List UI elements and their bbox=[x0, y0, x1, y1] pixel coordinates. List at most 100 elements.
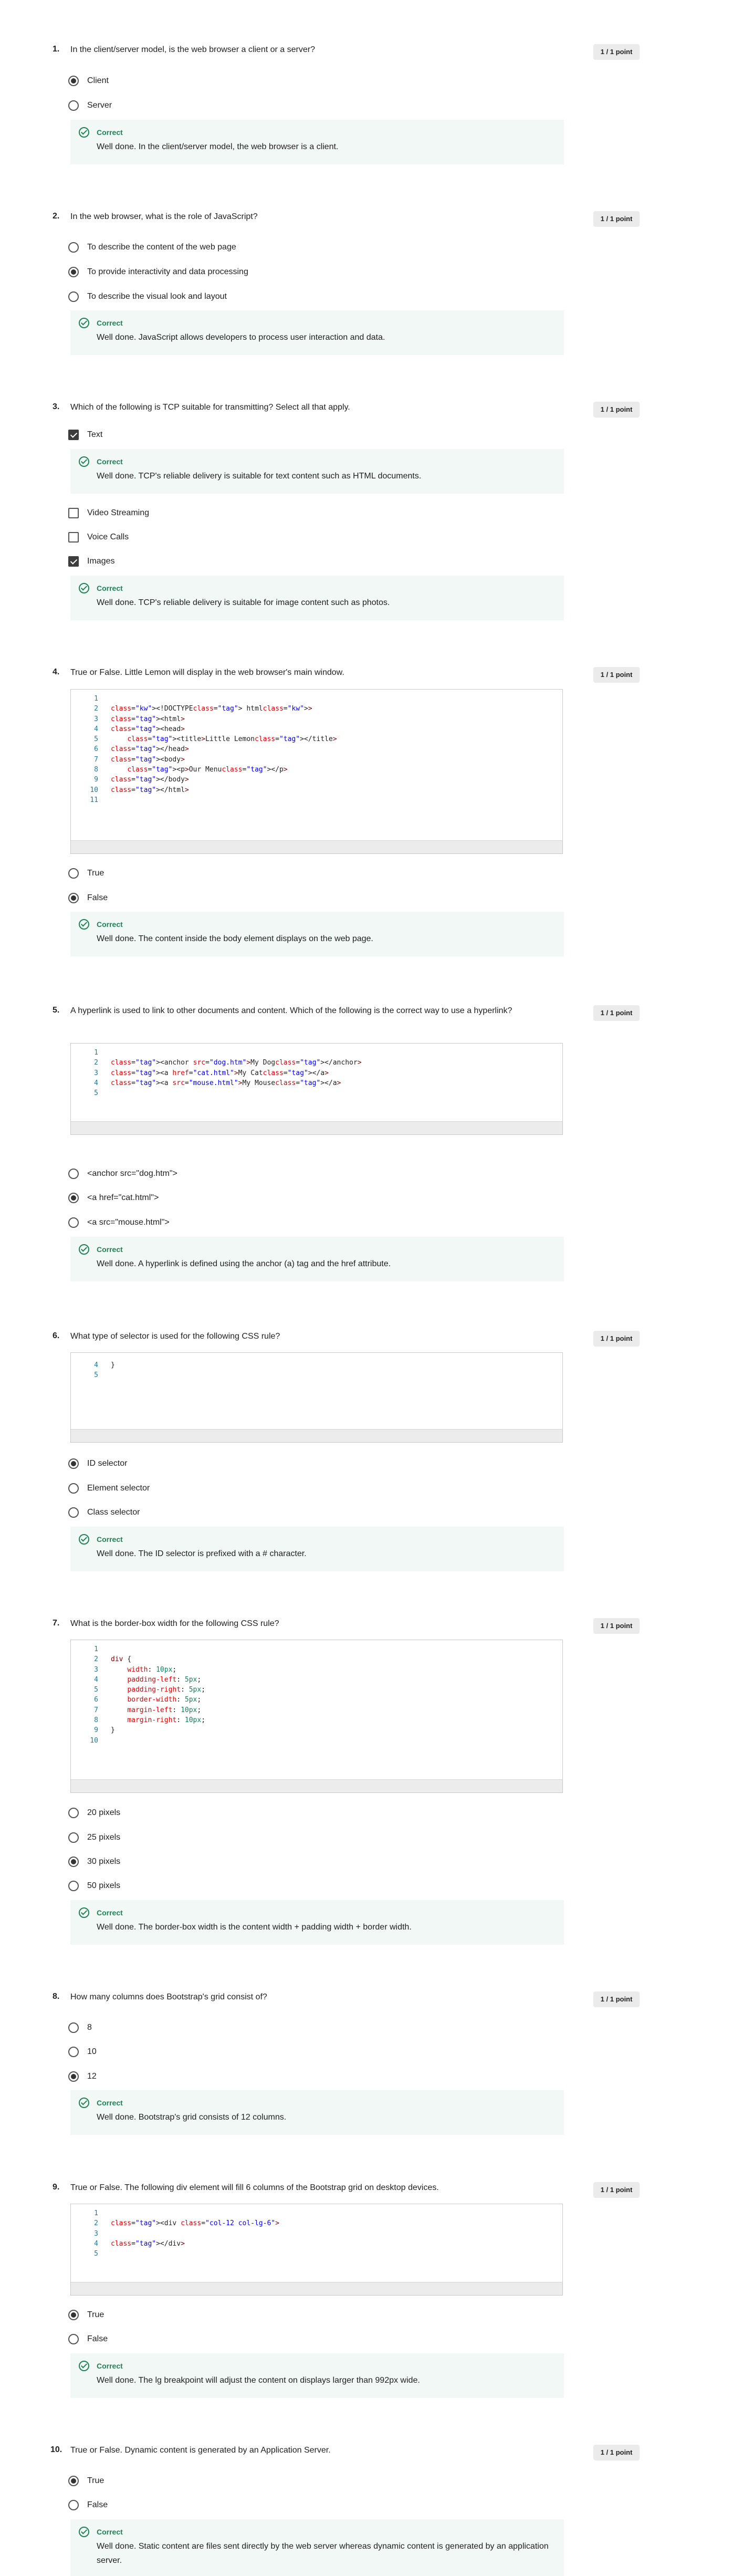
option-text[interactable]: Text bbox=[68, 428, 102, 442]
option-client[interactable]: Client bbox=[68, 74, 109, 88]
code-editor[interactable]: 1 2 class="kw"><!DOCTYPEclass="tag"> htmlc… bbox=[70, 689, 563, 854]
editor-scrollbar[interactable] bbox=[71, 1121, 562, 1134]
option-images[interactable]: Images bbox=[68, 555, 114, 568]
code-line: 3 class="tag"><html> bbox=[71, 714, 562, 724]
option-false[interactable]: False bbox=[68, 2332, 108, 2346]
editor-scrollbar[interactable] bbox=[71, 2282, 562, 2295]
option-30-pixels[interactable]: 30 pixels bbox=[68, 1855, 120, 1869]
code-text: class="tag"><div class="col-12 col-lg-6"… bbox=[111, 2219, 279, 2228]
code-line: 1 bbox=[71, 694, 562, 704]
radio-selected-icon[interactable] bbox=[68, 2476, 79, 2486]
code-editor[interactable]: 1 2 div {3 width: 10px; 4 padding-left: 5px… bbox=[70, 1640, 563, 1793]
option-describe-content[interactable]: To describe the content of the web page bbox=[68, 241, 236, 254]
radio-selected-icon[interactable] bbox=[68, 1458, 79, 1469]
points-badge: 1 / 1 point bbox=[593, 1618, 640, 1634]
code-line: 6 class="tag"></head> bbox=[71, 744, 562, 754]
feedback-message: Well done. TCP's reliable delivery is su… bbox=[97, 472, 422, 481]
radio-icon[interactable] bbox=[68, 2334, 79, 2344]
code-line: 2 class="tag"><anchor src="dog.htm">My Do… bbox=[71, 1058, 562, 1068]
checkbox-icon[interactable] bbox=[68, 508, 79, 518]
line-number: 7 bbox=[94, 1706, 98, 1714]
feedback-box: Correct Well done. The lg breakpoint wil… bbox=[70, 2353, 564, 2398]
option-server[interactable]: Server bbox=[68, 99, 112, 112]
option-50-pixels[interactable]: 50 pixels bbox=[68, 1879, 120, 1893]
line-number: 3 bbox=[94, 1069, 98, 1077]
radio-icon[interactable] bbox=[68, 2022, 79, 2033]
feedback-box: Correct Well done. TCP's reliable delive… bbox=[70, 449, 564, 494]
code-editor[interactable]: 1 2 class="tag"><div class="col-12 col-lg-… bbox=[70, 2204, 563, 2296]
feedback-message: Well done. The border-box width is the c… bbox=[97, 1923, 412, 1932]
radio-selected-icon[interactable] bbox=[68, 893, 79, 903]
line-number: 4 bbox=[94, 725, 98, 733]
radio-icon[interactable] bbox=[68, 868, 79, 879]
code-editor[interactable]: 1 2 class="tag"><anchor src="dog.htm">My D… bbox=[70, 1043, 563, 1135]
option-anchor-dog[interactable]: <anchor src="dog.htm"> bbox=[68, 1167, 177, 1181]
radio-icon[interactable] bbox=[68, 291, 79, 302]
radio-selected-icon[interactable] bbox=[68, 2071, 79, 2082]
option-class-selector[interactable]: Class selector bbox=[68, 1506, 140, 1519]
option-10[interactable]: 10 bbox=[68, 2045, 97, 2059]
option-video-streaming[interactable]: Video Streaming bbox=[68, 506, 149, 520]
feedback-message: Well done. In the client/server model, t… bbox=[97, 142, 339, 151]
feedback-title: Correct bbox=[97, 920, 123, 929]
code-text: width: 10px; bbox=[127, 1665, 177, 1674]
editor-scrollbar[interactable] bbox=[71, 1779, 562, 1792]
line-number: 5 bbox=[94, 735, 98, 744]
line-number: 8 bbox=[94, 1716, 98, 1725]
radio-icon[interactable] bbox=[68, 2500, 79, 2510]
code-line: 5 class="tag"><title>Little Lemonclass="… bbox=[71, 734, 562, 744]
option-a-cat[interactable]: <a href="cat.html"> bbox=[68, 1191, 159, 1205]
feedback-title: Correct bbox=[97, 457, 123, 466]
feedback-title: Correct bbox=[97, 1245, 123, 1254]
radio-icon[interactable] bbox=[68, 1832, 79, 1843]
option-id-selector[interactable]: ID selector bbox=[68, 1457, 127, 1470]
option-12[interactable]: 12 bbox=[68, 2070, 97, 2083]
option-20-pixels[interactable]: 20 pixels bbox=[68, 1806, 120, 1820]
radio-selected-icon[interactable] bbox=[68, 1857, 79, 1867]
editor-scrollbar[interactable] bbox=[71, 840, 562, 853]
option-true[interactable]: True bbox=[68, 867, 104, 880]
code-text: margin-left: 10px; bbox=[127, 1706, 202, 1714]
radio-icon[interactable] bbox=[68, 1507, 79, 1518]
line-number: 6 bbox=[94, 1696, 98, 1704]
radio-selected-icon[interactable] bbox=[68, 1193, 79, 1203]
radio-icon[interactable] bbox=[68, 1483, 79, 1494]
checkbox-icon[interactable] bbox=[68, 532, 79, 543]
option-25-pixels[interactable]: 25 pixels bbox=[68, 1831, 120, 1844]
checkbox-checked-icon[interactable] bbox=[68, 430, 79, 440]
code-editor[interactable]: 4} 5 bbox=[70, 1352, 563, 1443]
radio-selected-icon[interactable] bbox=[68, 267, 79, 277]
line-number: 5 bbox=[94, 1686, 98, 1694]
question-number: 3. bbox=[53, 402, 60, 411]
radio-icon[interactable] bbox=[68, 242, 79, 253]
option-true[interactable]: True bbox=[68, 2308, 104, 2322]
radio-icon[interactable] bbox=[68, 1217, 79, 1228]
radio-icon[interactable] bbox=[68, 1169, 79, 1179]
option-false[interactable]: False bbox=[68, 2498, 108, 2512]
code-line: 2 div { bbox=[71, 1654, 562, 1664]
editor-scrollbar[interactable] bbox=[71, 1429, 562, 1442]
feedback-message: Well done. TCP's reliable delivery is su… bbox=[97, 598, 390, 607]
radio-icon[interactable] bbox=[68, 1808, 79, 1818]
code-line: 4 padding-left: 5px; bbox=[71, 1675, 562, 1685]
option-visual-look[interactable]: To describe the visual look and layout bbox=[68, 290, 227, 304]
option-true[interactable]: True bbox=[68, 2474, 104, 2488]
option-8[interactable]: 8 bbox=[68, 2021, 92, 2035]
code-text: class="tag"><html> bbox=[111, 715, 185, 723]
code-line: 5 bbox=[71, 1088, 562, 1098]
radio-selected-icon[interactable] bbox=[68, 76, 79, 86]
radio-icon[interactable] bbox=[68, 1881, 79, 1891]
checkbox-checked-icon[interactable] bbox=[68, 556, 79, 567]
line-number: 8 bbox=[94, 766, 98, 774]
option-element-selector[interactable]: Element selector bbox=[68, 1482, 150, 1495]
radio-icon[interactable] bbox=[68, 2047, 79, 2057]
radio-selected-icon[interactable] bbox=[68, 2310, 79, 2320]
code-lines: 1 2 class="tag"><div class="col-12 col-lg-… bbox=[71, 2204, 562, 2259]
check-circle-icon bbox=[79, 2361, 89, 2371]
feedback-box: Correct Well done. Bootstrap's grid cons… bbox=[70, 2090, 564, 2135]
option-false[interactable]: False bbox=[68, 891, 108, 905]
option-voice-calls[interactable]: Voice Calls bbox=[68, 530, 129, 544]
option-interactivity[interactable]: To provide interactivity and data proces… bbox=[68, 265, 248, 279]
option-a-mouse[interactable]: <a src="mouse.html"> bbox=[68, 1216, 170, 1229]
radio-icon[interactable] bbox=[68, 100, 79, 111]
